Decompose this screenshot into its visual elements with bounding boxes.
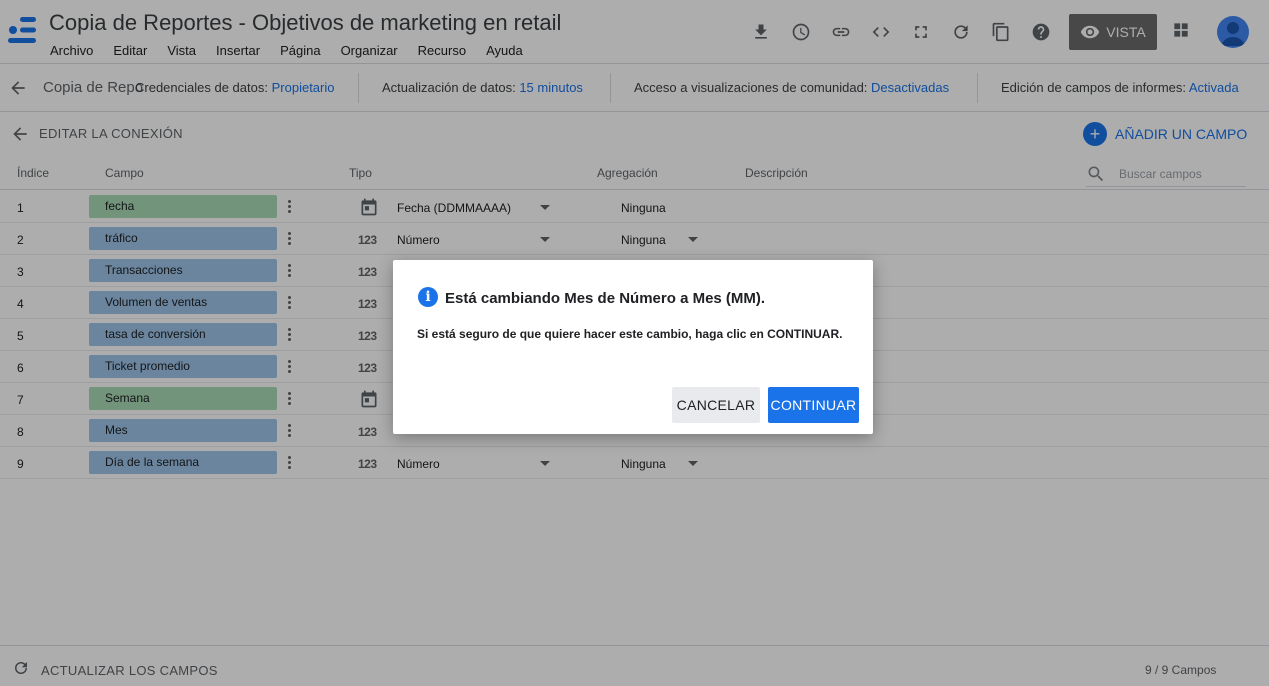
info-icon: i [418, 287, 438, 307]
dialog-title: Está cambiando Mes de Número a Mes (MM). [445, 290, 766, 307]
continue-button[interactable]: CONTINUAR [768, 387, 859, 423]
cancel-button[interactable]: CANCELAR [672, 387, 760, 423]
change-type-dialog: i Está cambiando Mes de Número a Mes (MM… [393, 260, 873, 434]
dialog-message: Si está seguro de que quiere hacer este … [417, 327, 843, 341]
